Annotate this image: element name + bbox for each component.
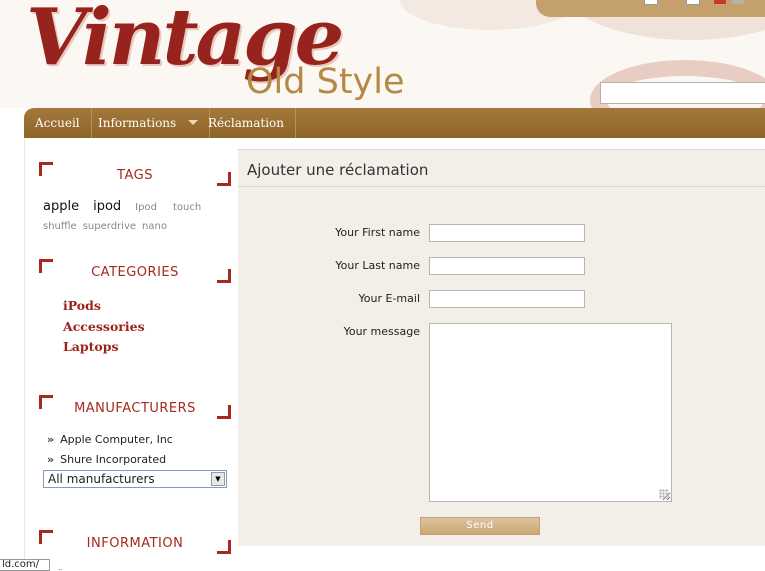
complaint-form-panel: Ajouter une réclamation Your First name … <box>238 149 765 546</box>
block-title-label: CATEGORIES <box>91 265 179 280</box>
nav-item-informations[interactable]: Informations <box>87 108 211 138</box>
manufacturers-block-title: MANUFACTURERS <box>39 395 231 419</box>
last-name-label: Your Last name <box>335 259 420 272</box>
manufacturer-select[interactable]: All manufacturers ▼ <box>43 470 227 488</box>
tag-cloud: apple ipod Ipod touch shuffle superdrive nano <box>43 197 239 235</box>
status-link-tooltip: ld.com/ <box>0 559 50 571</box>
category-link[interactable]: Accessories <box>63 318 145 339</box>
site-header: Vintage Old Style <box>0 0 765 108</box>
message-label: Your message <box>343 325 420 338</box>
tag-link[interactable]: apple <box>43 199 79 214</box>
nav-item-accueil[interactable]: Accueil <box>24 108 92 138</box>
sidebar: TAGS apple ipod Ipod touch shuffle superdriv… <box>24 138 238 571</box>
status-dots: .. <box>58 563 64 571</box>
flag-icon[interactable] <box>714 0 726 4</box>
manufacturer-link[interactable]: » Shure Incorporated <box>47 451 173 471</box>
block-title-label: TAGS <box>117 168 153 183</box>
nav-label: Réclamation <box>208 116 284 130</box>
tag-link[interactable]: ipod <box>93 199 121 214</box>
block-title-label: INFORMATION <box>86 536 184 551</box>
manufacturer-select-value: All manufacturers <box>48 472 155 486</box>
manufacturer-list: » Apple Computer, Inc » Shure Incorporated <box>47 431 173 471</box>
nav-label: Accueil <box>35 116 80 130</box>
double-chevron-right-icon: » <box>47 433 55 446</box>
tags-block-title: TAGS <box>39 162 231 186</box>
divider <box>238 186 765 187</box>
category-list: iPods Accessories Laptops <box>63 297 145 359</box>
first-name-label: Your First name <box>335 226 420 239</box>
resize-grip-icon[interactable] <box>659 489 669 499</box>
manufacturer-label: Shure Incorporated <box>60 453 167 466</box>
dropdown-arrow-icon[interactable]: ▼ <box>211 472 225 486</box>
send-button[interactable]: Send <box>420 517 540 535</box>
first-name-input[interactable] <box>429 224 585 242</box>
double-chevron-right-icon: » <box>47 453 55 466</box>
flag-icon[interactable] <box>732 0 744 4</box>
tag-link[interactable]: touch <box>173 202 201 213</box>
tag-link[interactable]: nano <box>142 221 167 232</box>
tag-link[interactable]: Ipod <box>135 202 157 213</box>
category-link[interactable]: iPods <box>63 297 145 318</box>
email-label: Your E-mail <box>358 292 420 305</box>
currency-select-stub[interactable] <box>644 0 658 5</box>
message-textarea[interactable] <box>429 323 672 502</box>
top-utility-bar <box>536 0 765 17</box>
logo-old-style[interactable]: Old Style <box>246 62 405 102</box>
categories-block-title: CATEGORIES <box>39 259 231 283</box>
information-block-title: INFORMATION <box>39 530 231 554</box>
main-nav: Accueil Informations Réclamation <box>24 108 765 138</box>
last-name-input[interactable] <box>429 257 585 275</box>
tag-link[interactable]: superdrive <box>83 221 136 232</box>
tag-link[interactable]: shuffle <box>43 221 77 232</box>
manufacturer-link[interactable]: » Apple Computer, Inc <box>47 431 173 451</box>
nav-label: Informations <box>98 116 177 130</box>
category-link[interactable]: Laptops <box>63 338 145 359</box>
block-title-label: MANUFACTURERS <box>74 401 196 416</box>
manufacturer-label: Apple Computer, Inc <box>60 433 173 446</box>
page-title: Ajouter une réclamation <box>247 161 429 179</box>
language-select-stub[interactable] <box>686 0 700 5</box>
search-input[interactable] <box>600 82 765 104</box>
nav-item-reclamation[interactable]: Réclamation <box>197 108 296 138</box>
email-input[interactable] <box>429 290 585 308</box>
